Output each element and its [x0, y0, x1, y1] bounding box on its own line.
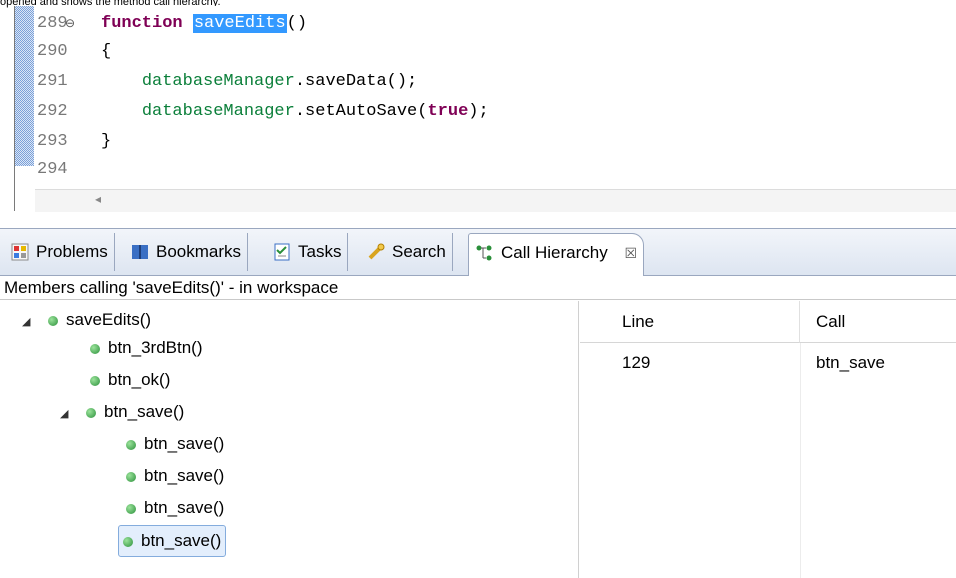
line-number: 294	[37, 160, 68, 179]
tab-bookmarks[interactable]: Bookmarks	[124, 233, 249, 271]
tab-label: Search	[392, 242, 446, 261]
code-token: function	[101, 14, 183, 33]
code-text: function saveEdits()	[101, 10, 307, 38]
scroll-left-icon[interactable]: ◂	[95, 192, 101, 206]
tree-node-label: btn_save()	[144, 466, 225, 485]
tree-node-label: saveEdits()	[66, 310, 152, 329]
tree-node[interactable]: btn_save()	[118, 525, 227, 557]
code-token: .setAutoSave(	[294, 102, 428, 121]
highlighted-identifier: saveEdits	[192, 14, 287, 33]
line-number: 293	[37, 132, 68, 151]
problems-icon	[11, 243, 29, 261]
call-hierarchy-tree[interactable]: ◢ saveEdits() btn_3rdBtn() btn_ok() ◢ btn_sav…	[0, 301, 579, 578]
tasks-icon	[274, 243, 290, 261]
occurrence-ruler	[15, 6, 34, 166]
code-token: ()	[286, 14, 308, 33]
method-icon	[126, 503, 136, 514]
tab-tasks[interactable]: Tasks	[266, 233, 349, 271]
tab-label: Call Hierarchy	[501, 243, 608, 262]
code-token: true	[427, 102, 469, 121]
method-icon	[126, 439, 136, 450]
line-number: 290	[37, 42, 68, 61]
line-number: 291	[37, 72, 68, 91]
code-editor[interactable]: 289 ⊖ function saveEdits() 290{291 database…	[14, 6, 956, 212]
tab-call-hierarchy[interactable]: Call Hierarchy ☒	[468, 233, 645, 276]
expand-toggle-icon[interactable]: ◢	[22, 307, 36, 337]
call-hierarchy-icon	[476, 245, 492, 261]
code-text: databaseManager.setAutoSave(true);	[101, 98, 489, 126]
method-icon	[126, 471, 136, 482]
column-header-call[interactable]: Call	[800, 301, 956, 343]
view-tab-bar: Problems Bookmarks Tasks Search Call Hie…	[0, 228, 956, 276]
tree-node-label: btn_3rdBtn()	[108, 338, 203, 357]
tab-problems[interactable]: Problems	[4, 233, 115, 271]
tree-node[interactable]: ◢ saveEdits()	[22, 305, 151, 335]
method-icon	[86, 407, 96, 418]
method-icon	[48, 315, 58, 326]
code-token: {	[101, 42, 112, 61]
tree-node-label: btn_save()	[104, 402, 185, 421]
code-text: databaseManager.saveData();	[101, 68, 417, 96]
tree-node[interactable]: btn_ok()	[90, 365, 170, 395]
tree-node-label: btn_save()	[141, 531, 222, 550]
tab-search[interactable]: Search	[360, 233, 453, 271]
code-token: databaseManager	[141, 72, 295, 91]
tab-label: Problems	[36, 242, 108, 261]
tree-node-label: btn_save()	[144, 498, 225, 517]
column-divider	[800, 343, 801, 578]
method-icon	[90, 343, 100, 354]
call-locations-table[interactable]: Line Call 129 btn_save	[580, 301, 956, 578]
table-cell-line[interactable]: 129	[622, 353, 650, 373]
bookmarks-icon	[132, 245, 148, 259]
code-token: );	[468, 102, 489, 121]
tree-node[interactable]: btn_save()	[126, 429, 224, 459]
column-header-line[interactable]: Line	[580, 301, 800, 343]
tree-node[interactable]: btn_save()	[126, 493, 224, 523]
fold-collapse-icon[interactable]: ⊖	[65, 10, 75, 38]
method-icon	[123, 536, 133, 547]
code-text: }	[101, 128, 111, 156]
code-token: .saveData();	[294, 72, 418, 91]
tree-node[interactable]: btn_3rdBtn()	[90, 333, 203, 363]
code-token: databaseManager	[141, 102, 295, 121]
expand-toggle-icon[interactable]: ◢	[60, 399, 74, 429]
table-cell-call[interactable]: btn_save	[816, 353, 885, 373]
tab-label: Tasks	[298, 242, 342, 261]
code-token: }	[101, 132, 112, 151]
search-icon	[368, 243, 385, 260]
tree-node-label: btn_ok()	[108, 370, 171, 389]
tree-node[interactable]: btn_save()	[126, 461, 224, 491]
tree-node[interactable]: ◢ btn_save()	[60, 397, 184, 427]
close-icon[interactable]: ☒	[624, 245, 637, 261]
method-icon	[90, 375, 100, 386]
call-hierarchy-status: Members calling 'saveEdits()' - in works…	[0, 276, 956, 300]
horizontal-scrollbar[interactable]: ◂	[35, 189, 956, 212]
code-text: {	[101, 38, 111, 66]
tab-label: Bookmarks	[156, 242, 242, 261]
tree-node-label: btn_save()	[144, 434, 225, 453]
line-number: 292	[37, 102, 68, 121]
